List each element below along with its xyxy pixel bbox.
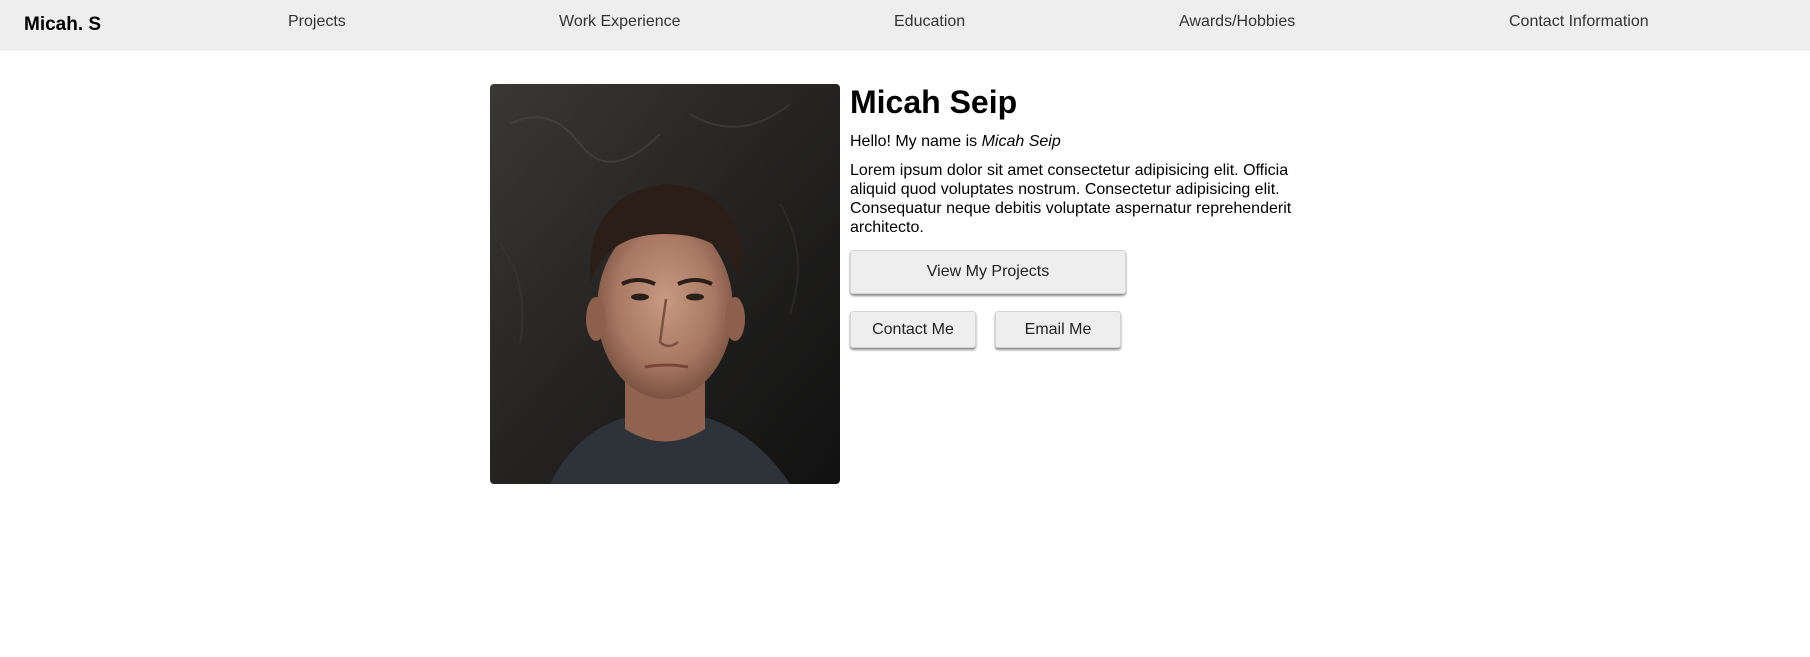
email-me-button[interactable]: Email Me [995,311,1121,348]
top-navbar: Micah. S Projects Work Experience Educat… [0,0,1810,51]
contact-me-button[interactable]: Contact Me [850,311,976,348]
nav-link-work-experience[interactable]: Work Experience [559,13,681,31]
view-projects-button[interactable]: View My Projects [850,250,1126,294]
brand-link[interactable]: Micah. S [24,14,101,36]
hello-text: Hello! My name is Micah Seip [850,132,1300,151]
nav-link-awards-hobbies[interactable]: Awards/Hobbies [1179,13,1295,31]
profile-name-heading: Micah Seip [850,84,1018,120]
profile-content: Micah Seip Hello! My name is Micah Seip … [850,84,1300,237]
profile-photo [490,84,840,484]
hello-name: Micah Seip [981,133,1061,150]
bio-paragraph: Lorem ipsum dolor sit amet consectetur a… [850,162,1292,236]
portrait-photo-icon [490,84,840,484]
nav-link-education[interactable]: Education [894,13,965,31]
nav-link-contact-information[interactable]: Contact Information [1509,13,1649,31]
hello-prefix: Hello! My name is [850,133,982,150]
nav-link-projects[interactable]: Projects [288,13,346,31]
